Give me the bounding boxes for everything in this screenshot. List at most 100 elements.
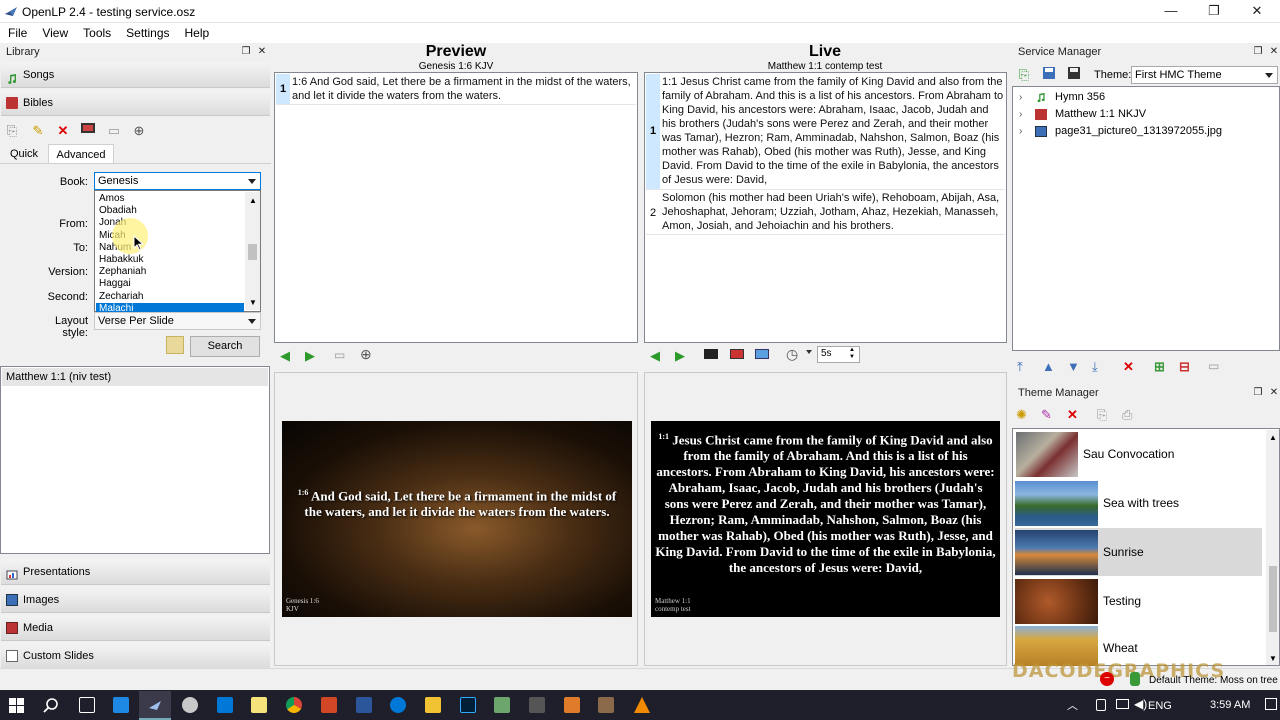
powerpoint-icon[interactable] bbox=[321, 697, 337, 713]
menu-help[interactable]: Help bbox=[177, 23, 217, 40]
theme-float-icon[interactable]: ❐ bbox=[1252, 387, 1264, 399]
service-item-image[interactable]: › page31_picture0_1313972055.jpg bbox=[1013, 123, 1279, 140]
maximize-button[interactable]: ❐ bbox=[1193, 0, 1235, 23]
book-option[interactable]: Zechariah bbox=[96, 291, 244, 303]
go-live-service-icon[interactable]: ▭ bbox=[1208, 359, 1219, 373]
book-dropdown-list[interactable]: Amos Obadiah Jonah Micah Nahum Habakkuk … bbox=[94, 190, 261, 315]
save-service-icon[interactable] bbox=[1065, 66, 1083, 84]
notifications-icon[interactable] bbox=[1265, 698, 1277, 710]
move-down-icon[interactable]: ▼ bbox=[1067, 359, 1080, 374]
gimp-icon[interactable] bbox=[182, 697, 198, 713]
move-up-icon[interactable]: ▲ bbox=[1042, 359, 1055, 374]
tiles-app-icon[interactable] bbox=[217, 697, 233, 713]
chevron-right-icon[interactable]: › bbox=[1019, 123, 1022, 140]
scroll-up-icon[interactable]: ▲ bbox=[1269, 433, 1277, 442]
network-icon[interactable] bbox=[1116, 699, 1129, 709]
chrome-icon[interactable] bbox=[286, 697, 302, 713]
volume-icon[interactable]: ◀) bbox=[1134, 697, 1147, 711]
send-live-icon[interactable]: ▭ bbox=[105, 122, 123, 140]
book-list-scrollbar[interactable]: ▲ ▼ bbox=[245, 192, 260, 310]
menu-settings[interactable]: Settings bbox=[118, 23, 176, 40]
add-service-icon[interactable]: ⊕ bbox=[360, 346, 372, 363]
spin-arrows-icon[interactable]: ▲ ▼ bbox=[849, 347, 855, 361]
preview-slide-list[interactable]: 1 1:6 And God said, Let there be a firma… bbox=[274, 72, 638, 343]
section-presentations[interactable]: Presentations bbox=[1, 559, 270, 585]
expand-all-icon[interactable]: ⊞ bbox=[1154, 359, 1165, 375]
library-float-icon[interactable]: ❐ bbox=[240, 46, 252, 58]
blank-theme-icon[interactable] bbox=[730, 349, 744, 359]
windows-start-icon[interactable] bbox=[9, 698, 24, 713]
word-icon[interactable] bbox=[356, 697, 372, 713]
library-close-icon[interactable]: ✕ bbox=[256, 46, 268, 58]
chevron-right-icon[interactable]: › bbox=[1019, 106, 1022, 123]
theme-item[interactable]: Sea with trees bbox=[1015, 479, 1262, 527]
section-media[interactable]: Media bbox=[1, 615, 270, 641]
open-service-icon[interactable] bbox=[1040, 66, 1058, 84]
preview-row-text[interactable]: 1:6 And God said, Let there be a firmame… bbox=[292, 75, 636, 103]
theme-close-icon[interactable]: ✕ bbox=[1268, 387, 1280, 399]
theme-item[interactable]: Sau Convocation bbox=[1015, 430, 1262, 478]
tray-chevron-icon[interactable]: ︿ bbox=[1067, 697, 1078, 713]
openlp-taskbar-icon[interactable] bbox=[147, 698, 163, 712]
clock[interactable]: 3:59 AM bbox=[1210, 699, 1250, 711]
section-bibles[interactable]: Bibles bbox=[1, 90, 270, 116]
book-option[interactable]: Haggai bbox=[96, 278, 244, 290]
delay-spinbox[interactable]: 5s ▲ ▼ bbox=[817, 346, 860, 363]
tab-advanced[interactable]: Advanced bbox=[48, 144, 114, 164]
section-custom-slides[interactable]: Custom Slides bbox=[1, 643, 270, 669]
live-slide-list[interactable]: 1 1:1 Jesus Christ came from the family … bbox=[644, 72, 1007, 343]
scroll-thumb[interactable] bbox=[248, 244, 257, 260]
lock-icon[interactable] bbox=[166, 336, 184, 354]
live-row-text[interactable]: 1:1 Jesus Christ came from the family of… bbox=[662, 75, 1004, 187]
close-button[interactable]: ✕ bbox=[1236, 0, 1278, 23]
photoshop-icon[interactable] bbox=[460, 697, 476, 713]
language-indicator[interactable]: ENG bbox=[1148, 700, 1172, 712]
delete-theme-icon[interactable]: ✕ bbox=[1067, 407, 1078, 423]
book-option[interactable]: Zephaniah bbox=[96, 266, 244, 278]
app-orange-icon[interactable] bbox=[564, 697, 580, 713]
theme-item[interactable]: Testing bbox=[1015, 577, 1262, 625]
new-bible-icon[interactable]: ⎘ bbox=[3, 122, 21, 140]
service-close-icon[interactable]: ✕ bbox=[1268, 46, 1280, 58]
service-item-bible[interactable]: › Matthew 1:1 NKJV bbox=[1013, 106, 1279, 123]
media-player-icon[interactable] bbox=[113, 697, 129, 713]
edge-icon[interactable] bbox=[390, 697, 406, 713]
search-button[interactable]: Search bbox=[190, 336, 260, 357]
service-items-list[interactable]: › Hymn 356 › Matthew 1:1 NKJV › page31_pict… bbox=[1012, 86, 1280, 351]
timer-icon[interactable]: ◷ bbox=[786, 346, 798, 363]
timer-dropdown-icon[interactable] bbox=[806, 350, 812, 354]
delete-item-icon[interactable]: ✕ bbox=[1123, 359, 1134, 375]
edit-theme-icon[interactable]: ✎ bbox=[1041, 407, 1052, 423]
menu-tools[interactable]: Tools bbox=[75, 23, 118, 40]
collapse-all-icon[interactable]: ⊟ bbox=[1179, 359, 1190, 375]
preview-bible-icon[interactable] bbox=[79, 122, 97, 140]
scroll-thumb[interactable] bbox=[1269, 566, 1277, 632]
show-desktop-icon[interactable] bbox=[755, 349, 769, 359]
live-next-icon[interactable]: ▶ bbox=[675, 348, 685, 364]
file-explorer-icon[interactable] bbox=[425, 697, 441, 713]
calculator-icon[interactable] bbox=[529, 697, 545, 713]
app-brown-icon[interactable] bbox=[598, 697, 614, 713]
new-service-icon[interactable]: ⎘ bbox=[1015, 66, 1033, 84]
notepad-icon[interactable] bbox=[251, 697, 267, 713]
edit-bible-icon[interactable]: ✎ bbox=[29, 122, 47, 140]
service-item-hymn[interactable]: › Hymn 356 bbox=[1013, 89, 1279, 106]
service-float-icon[interactable]: ❐ bbox=[1252, 46, 1264, 58]
minimize-button[interactable]: — bbox=[1150, 0, 1192, 23]
import-theme-icon[interactable]: ⎘ bbox=[1097, 407, 1107, 423]
scroll-down-icon[interactable]: ▼ bbox=[249, 298, 257, 307]
layout-style-combo[interactable]: Verse Per Slide bbox=[94, 312, 261, 330]
menu-file[interactable]: File bbox=[0, 23, 34, 40]
service-theme-combo[interactable]: First HMC Theme bbox=[1131, 66, 1278, 84]
blank-screen-icon[interactable] bbox=[704, 349, 718, 359]
app-icon[interactable] bbox=[494, 697, 510, 713]
scroll-down-icon[interactable]: ▼ bbox=[1269, 654, 1277, 663]
tab-quick[interactable]: Quick bbox=[0, 144, 48, 164]
section-images[interactable]: Images bbox=[1, 587, 270, 613]
tray-storage-icon[interactable] bbox=[1096, 699, 1106, 711]
theme-list-scrollbar[interactable]: ▲ ▼ bbox=[1266, 430, 1279, 665]
theme-item-selected[interactable]: Sunrise bbox=[1015, 528, 1262, 576]
new-theme-icon[interactable]: ✺ bbox=[1016, 407, 1027, 423]
move-bottom-icon[interactable]: ⤓ bbox=[1092, 359, 1098, 375]
live-previous-icon[interactable]: ◀ bbox=[650, 348, 660, 364]
